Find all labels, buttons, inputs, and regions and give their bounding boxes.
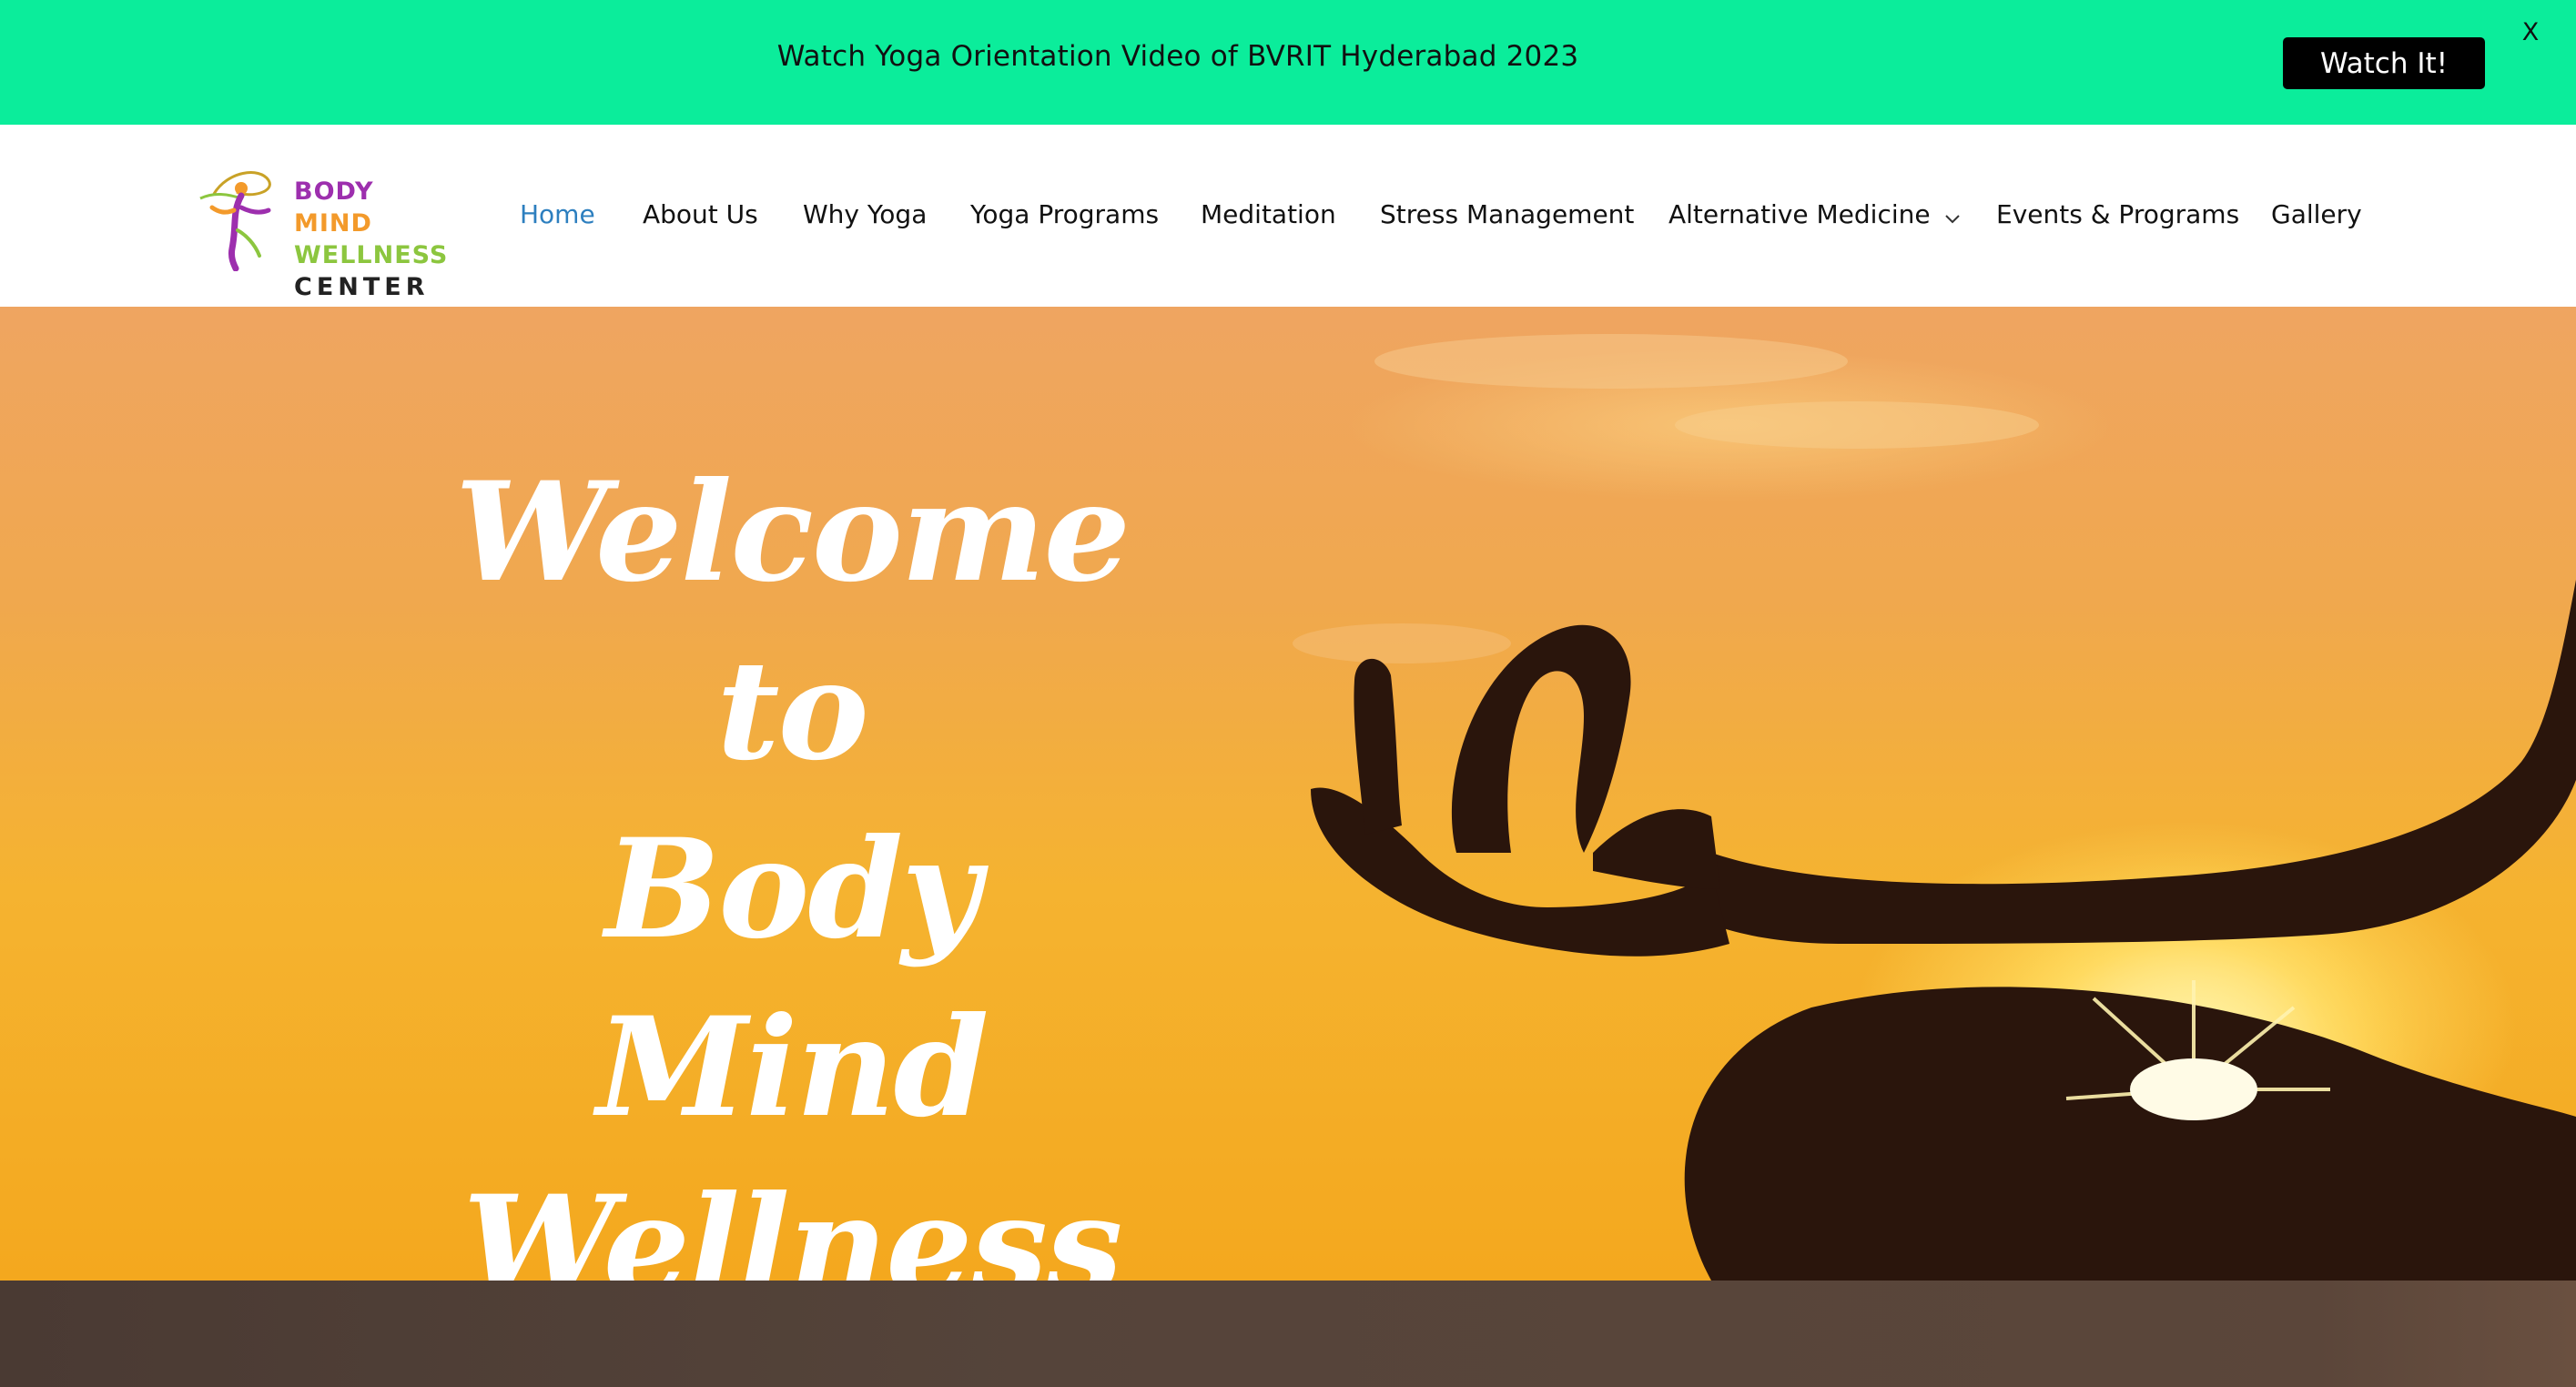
hero-line-to: to [716, 631, 868, 791]
watch-it-button[interactable]: Watch It! [2283, 37, 2485, 89]
site-header: BODY MIND WELLNESS CENTER Home About Us … [0, 125, 2576, 307]
meditation-hand-image [1293, 334, 2576, 1281]
hero-banner: Welcome to Body Mind Wellness [0, 307, 2576, 1281]
nav-yoga-programs[interactable]: Yoga Programs [970, 199, 1159, 229]
nav-stress-management[interactable]: Stress Management [1380, 199, 1634, 229]
hero-title: Welcome to Body Mind Wellness [401, 443, 1183, 1281]
hero-line-wellness: Wellness [462, 1166, 1122, 1281]
nav-meditation[interactable]: Meditation [1201, 199, 1336, 229]
nav-alternative-medicine-label: Alternative Medicine [1668, 199, 1931, 229]
nav-home[interactable]: Home [520, 199, 595, 229]
nav-why-yoga[interactable]: Why Yoga [803, 199, 927, 229]
chevron-down-icon [1943, 201, 1962, 231]
nav-gallery[interactable]: Gallery [2271, 199, 2362, 229]
nav-about-us[interactable]: About Us [643, 199, 758, 229]
nav-events-programs[interactable]: Events & Programs [1996, 199, 2239, 229]
hero-line-body-mind: Body Mind [596, 809, 989, 1148]
hero-line-welcome: Welcome [454, 452, 1131, 613]
announcement-text: Watch Yoga Orientation Video of BVRIT Hy… [776, 40, 1579, 73]
next-section-preview [0, 1281, 2576, 1387]
main-nav: Home About Us Why Yoga Yoga Programs Med… [0, 125, 2576, 307]
announcement-bar: Watch Yoga Orientation Video of BVRIT Hy… [0, 0, 2576, 125]
close-announcement-button[interactable]: X [2518, 18, 2543, 51]
nav-alternative-medicine[interactable]: Alternative Medicine [1668, 199, 1962, 231]
